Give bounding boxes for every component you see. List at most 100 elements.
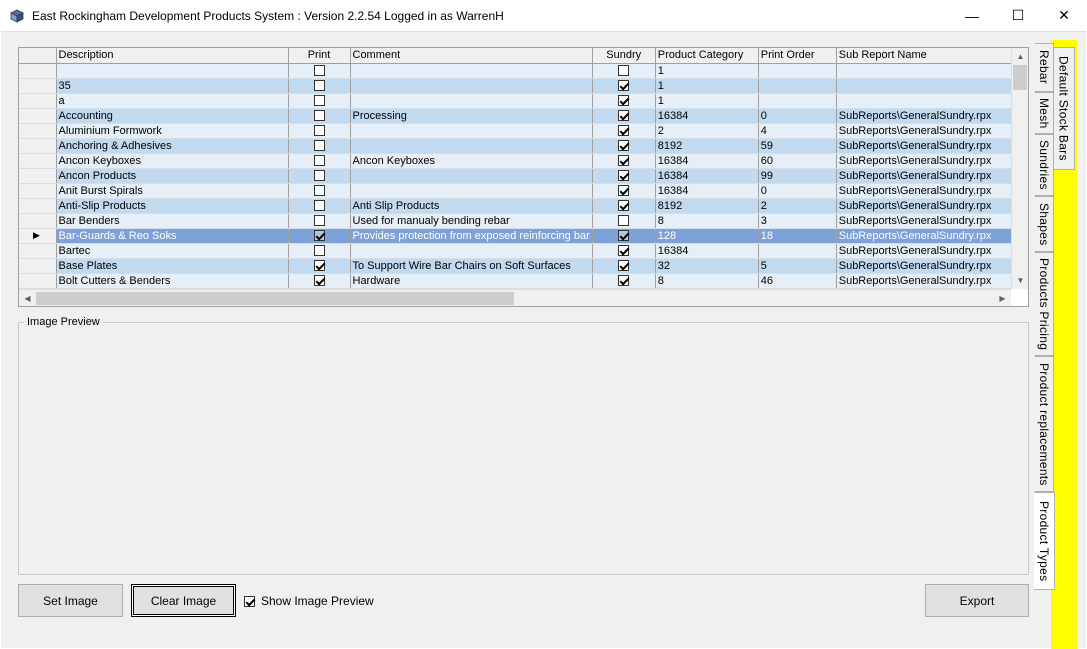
scroll-down-icon[interactable]: ▼ <box>1012 272 1028 289</box>
cell-print-checkbox[interactable] <box>288 108 351 124</box>
cell-description[interactable]: Ancon Products <box>56 168 289 184</box>
vertical-scrollbar[interactable]: ▲ ▼ <box>1011 48 1028 289</box>
cell-description[interactable]: Ancon Keyboxes <box>56 153 289 169</box>
checkbox[interactable] <box>313 80 325 92</box>
tab-sundries[interactable]: Sundries <box>1035 134 1054 196</box>
table-row[interactable]: a1 <box>19 93 1017 109</box>
cell-sundry-checkbox[interactable] <box>592 273 656 289</box>
row-header[interactable] <box>19 258 57 274</box>
cell-print-order[interactable] <box>758 78 837 94</box>
checkbox[interactable] <box>313 110 325 122</box>
row-header[interactable] <box>19 243 57 259</box>
row-header[interactable] <box>19 273 57 289</box>
cell-sub-report-name[interactable]: SubReports\GeneralSundry.rpx <box>836 123 1017 139</box>
cell-sundry-checkbox[interactable] <box>592 198 656 214</box>
cell-print-order[interactable]: 3 <box>758 213 837 229</box>
row-header[interactable] <box>19 168 57 184</box>
cell-product-category[interactable]: 16384 <box>655 108 759 124</box>
cell-product-category[interactable]: 8192 <box>655 138 759 154</box>
checkbox[interactable] <box>618 230 630 242</box>
cell-print-checkbox[interactable] <box>288 183 351 199</box>
checkbox[interactable] <box>313 200 325 212</box>
cell-comment[interactable] <box>350 93 593 109</box>
close-button[interactable]: ✕ <box>1041 0 1087 31</box>
table-row[interactable]: Base Plates To Support Wire Bar Chairs on… <box>19 258 1017 274</box>
column-header-print-order[interactable]: Print Order <box>758 48 837 64</box>
cell-print-checkbox[interactable] <box>288 63 351 79</box>
checkbox[interactable] <box>618 185 630 197</box>
cell-comment[interactable] <box>350 78 593 94</box>
cell-product-category[interactable]: 16384 <box>655 243 759 259</box>
minimize-button[interactable]: — <box>949 0 995 31</box>
checkbox[interactable] <box>618 140 630 152</box>
cell-product-category[interactable]: 1 <box>655 93 759 109</box>
cell-product-category[interactable]: 32 <box>655 258 759 274</box>
table-row[interactable]: Bar Benders Used for manualy bending reba… <box>19 213 1017 229</box>
cell-description[interactable]: Base Plates <box>56 258 289 274</box>
checkbox[interactable] <box>618 200 630 212</box>
cell-print-checkbox[interactable] <box>288 213 351 229</box>
table-row[interactable]: ▶ Bar-Guards & Reo Soks Provides protectio… <box>19 228 1017 244</box>
cell-sundry-checkbox[interactable] <box>592 258 656 274</box>
checkbox[interactable] <box>313 170 325 182</box>
checkbox[interactable] <box>618 65 630 77</box>
cell-product-category[interactable]: 2 <box>655 123 759 139</box>
cell-description[interactable]: 35 <box>56 78 289 94</box>
clear-image-button[interactable]: Clear Image <box>131 584 236 617</box>
column-header-print[interactable]: Print <box>288 48 351 64</box>
cell-sundry-checkbox[interactable] <box>592 93 656 109</box>
checkbox[interactable] <box>313 260 325 272</box>
column-header-product-category[interactable]: Product Category <box>655 48 759 64</box>
column-header-sub-report-name[interactable]: Sub Report Name <box>836 48 1017 64</box>
cell-sundry-checkbox[interactable] <box>592 138 656 154</box>
checkbox[interactable] <box>313 65 325 77</box>
cell-sub-report-name[interactable]: SubReports\GeneralSundry.rpx <box>836 153 1017 169</box>
cell-print-checkbox[interactable] <box>288 273 351 289</box>
row-header[interactable] <box>19 78 57 94</box>
cell-description[interactable]: Anit Burst Spirals <box>56 183 289 199</box>
cell-description[interactable]: Accounting <box>56 108 289 124</box>
tab-rebar[interactable]: Rebar <box>1035 43 1054 92</box>
cell-print-order[interactable]: 0 <box>758 183 837 199</box>
row-header[interactable] <box>19 198 57 214</box>
cell-sub-report-name[interactable]: SubReports\GeneralSundry.rpx <box>836 213 1017 229</box>
table-row[interactable]: Anit Burst Spirals 16384 0 SubReports\Gener… <box>19 183 1017 199</box>
cell-sub-report-name[interactable] <box>836 93 1017 109</box>
cell-product-category[interactable]: 16384 <box>655 168 759 184</box>
cell-print-checkbox[interactable] <box>288 258 351 274</box>
show-image-preview-checkbox[interactable] <box>244 595 255 607</box>
cell-product-category[interactable]: 8192 <box>655 198 759 214</box>
cell-description[interactable]: Bartec <box>56 243 289 259</box>
cell-print-checkbox[interactable] <box>288 153 351 169</box>
table-row[interactable]: Anchoring & Adhesives 8192 59 SubReports\Ge… <box>19 138 1017 154</box>
cell-description[interactable]: a <box>56 93 289 109</box>
checkbox[interactable] <box>618 125 630 137</box>
cell-comment[interactable] <box>350 183 593 199</box>
cell-sundry-checkbox[interactable] <box>592 78 656 94</box>
checkbox[interactable] <box>618 170 630 182</box>
cell-comment[interactable]: Processing <box>350 108 593 124</box>
cell-description[interactable]: Anchoring & Adhesives <box>56 138 289 154</box>
tab-shapes[interactable]: Shapes <box>1035 196 1054 252</box>
row-header[interactable] <box>19 63 57 79</box>
cell-print-order[interactable]: 0 <box>758 108 837 124</box>
column-header-comment[interactable]: Comment <box>350 48 593 64</box>
row-header[interactable] <box>19 108 57 124</box>
cell-comment[interactable] <box>350 123 593 139</box>
cell-sundry-checkbox[interactable] <box>592 168 656 184</box>
cell-comment[interactable]: Ancon Keyboxes <box>350 153 593 169</box>
cell-comment[interactable]: Hardware <box>350 273 593 289</box>
column-header-description[interactable]: Description <box>56 48 289 64</box>
cell-product-category[interactable]: 8 <box>655 213 759 229</box>
cell-print-checkbox[interactable] <box>288 78 351 94</box>
row-header[interactable]: ▶ <box>19 228 57 244</box>
product-types-grid[interactable]: Description Print Comment Sundry Product… <box>18 47 1029 307</box>
cell-comment[interactable] <box>350 243 593 259</box>
cell-sub-report-name[interactable]: SubReports\GeneralSundry.rpx <box>836 258 1017 274</box>
checkbox[interactable] <box>313 140 325 152</box>
cell-print-order[interactable] <box>758 243 837 259</box>
cell-description[interactable] <box>56 63 289 79</box>
cell-product-category[interactable]: 16384 <box>655 153 759 169</box>
cell-sundry-checkbox[interactable] <box>592 123 656 139</box>
cell-sundry-checkbox[interactable] <box>592 153 656 169</box>
